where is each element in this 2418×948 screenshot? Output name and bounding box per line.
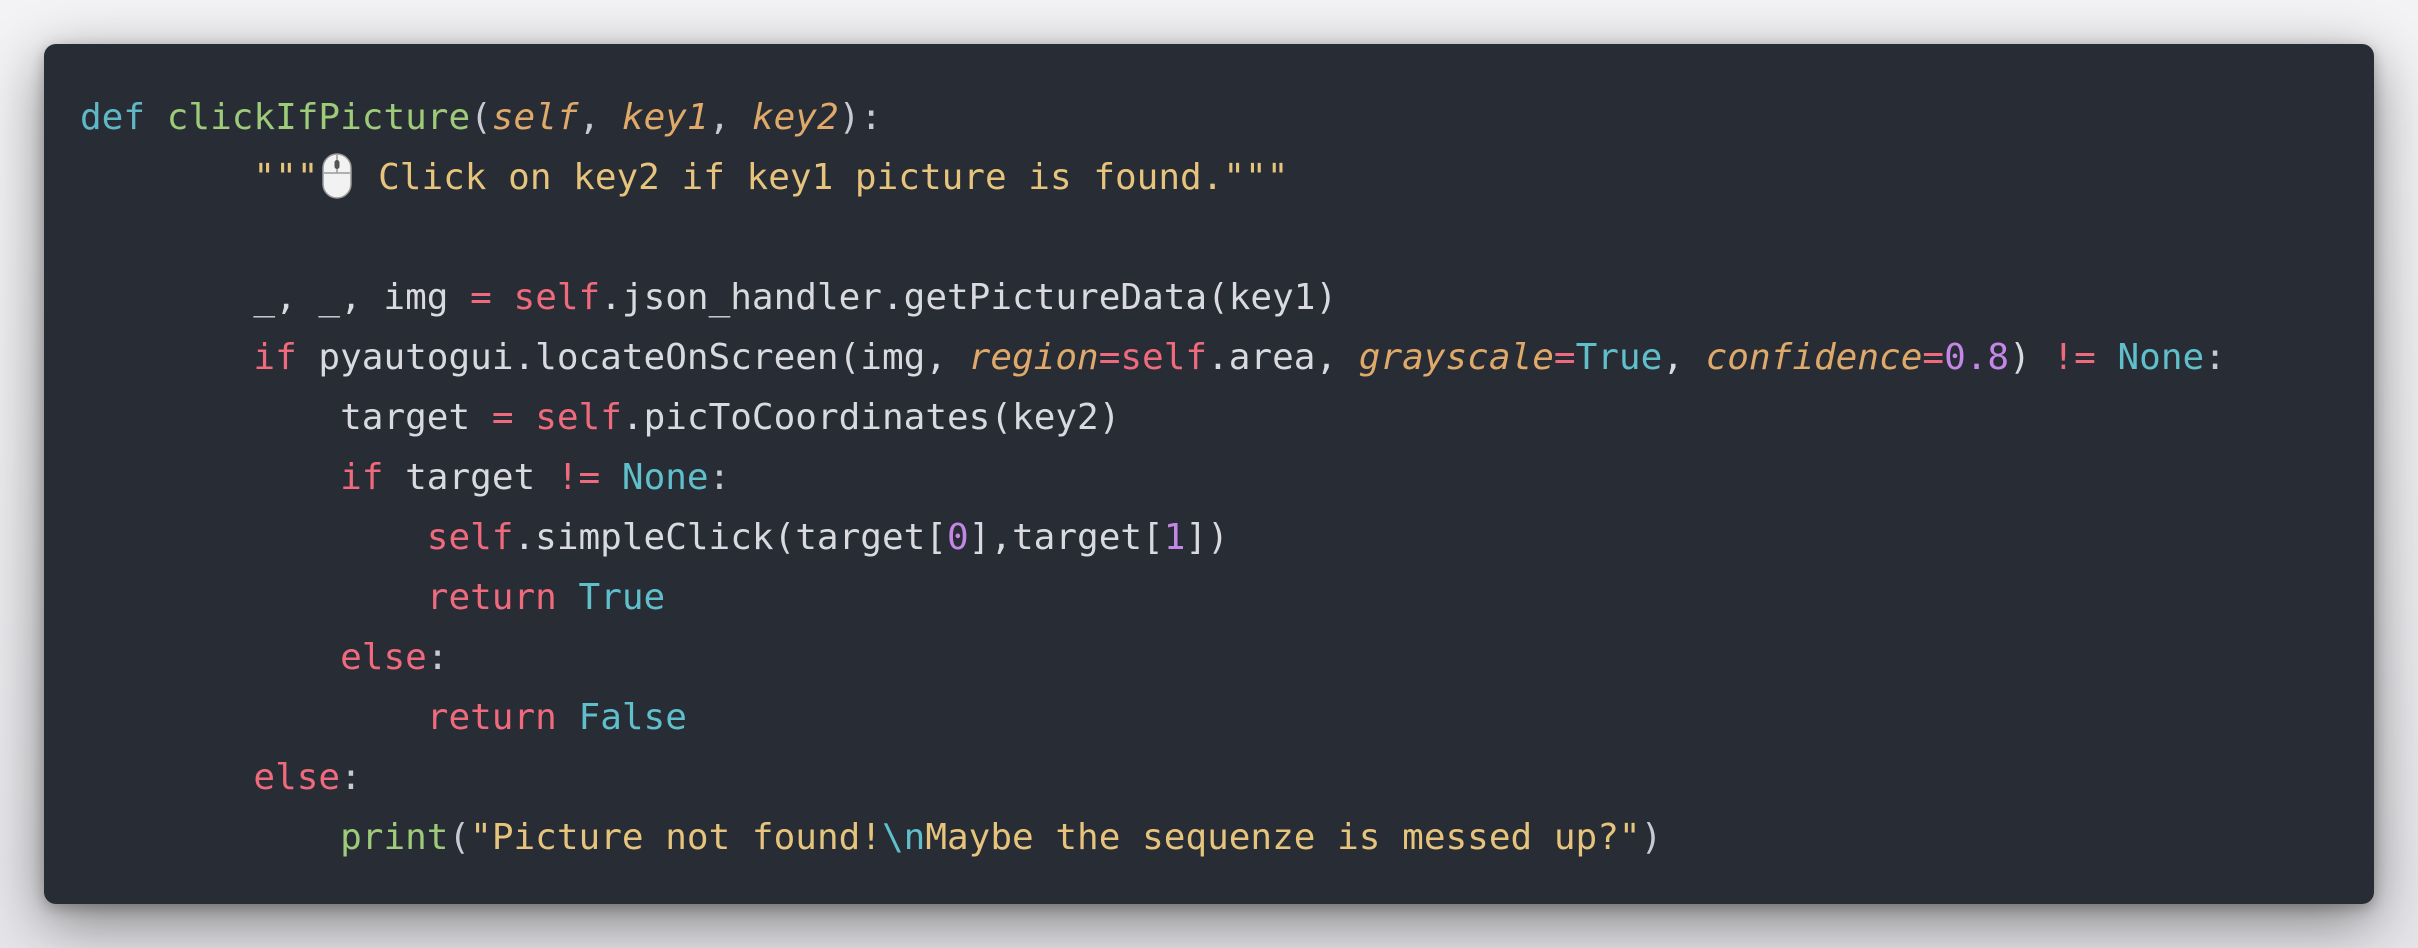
close-paren: ) — [1640, 817, 1663, 858]
true-constant: True — [578, 577, 666, 618]
code-text: ],target[ — [968, 517, 1164, 558]
number-literal: 0 — [946, 517, 969, 558]
code-line-1: def clickIfPicture(self, key1, key2): — [80, 88, 2374, 148]
assign-operator: = — [1098, 337, 1121, 378]
code-text: , — [1662, 337, 1706, 378]
print-function: print — [340, 817, 449, 858]
colon: : — [340, 757, 362, 798]
colon: : — [708, 457, 731, 498]
string-literal: Maybe the sequenze is messed up?" — [925, 817, 1641, 858]
function-name: clickIfPicture — [166, 97, 471, 138]
code-line-7: if target != None: — [80, 448, 2374, 508]
code-text: .json_handler.getPictureData(key1) — [600, 277, 1338, 318]
code-text: ) — [2009, 337, 2053, 378]
assign-operator: = — [1922, 337, 1945, 378]
if-keyword: if — [340, 457, 384, 498]
assign-operator: = — [470, 277, 492, 318]
self-keyword: self — [535, 397, 622, 438]
return-keyword: return — [426, 697, 557, 738]
kwarg-confidence: confidence — [1705, 337, 1923, 378]
code-line-2: """ Click on key2 if key1 picture is fou… — [80, 148, 2374, 208]
code-line-10: else: — [80, 628, 2374, 688]
colon: : — [2204, 337, 2226, 378]
param-key2: key2 — [751, 97, 839, 138]
none-constant: None — [2117, 337, 2205, 378]
not-equal-operator: != — [2052, 337, 2096, 378]
code-line-12: else: — [80, 748, 2374, 808]
assign-operator: = — [1553, 337, 1576, 378]
code-text: target — [383, 457, 557, 498]
escape-sequence: \n — [881, 817, 926, 858]
self-keyword: self — [1120, 337, 1208, 378]
def-keyword: def — [80, 97, 146, 138]
self-keyword: self — [426, 517, 514, 558]
else-keyword: else — [253, 757, 341, 798]
docstring-text: Click on key2 if key1 picture is found."… — [356, 157, 1289, 198]
self-keyword: self — [513, 277, 601, 318]
code-line-5: if pyautogui.locateOnScreen(img, region=… — [80, 328, 2374, 388]
code-line-8: self.simpleClick(target[0],target[1]) — [80, 508, 2374, 568]
kwarg-grayscale: grayscale — [1358, 337, 1554, 378]
none-constant: None — [621, 457, 709, 498]
code-line-9: return True — [80, 568, 2374, 628]
code-text: .area, — [1207, 337, 1359, 378]
code-text: .picToCoordinates(key2) — [621, 397, 1121, 438]
close-paren: ): — [838, 97, 883, 138]
code-text: _, _, img — [253, 277, 471, 318]
code-text: target — [340, 397, 492, 438]
else-keyword: else — [340, 637, 427, 678]
number-literal: 1 — [1163, 517, 1186, 558]
code-text: pyautogui.locateOnScreen(img, — [296, 337, 969, 378]
docstring-quote: """ — [253, 157, 319, 198]
code-block: def clickIfPicture(self, key1, key2): ""… — [44, 44, 2374, 904]
param-self: self — [491, 97, 579, 138]
not-equal-operator: != — [556, 457, 601, 498]
code-line-4: _, _, img = self.json_handler.getPicture… — [80, 268, 2374, 328]
false-constant: False — [578, 697, 687, 738]
code-text: .simpleClick(target[ — [513, 517, 947, 558]
kwarg-region: region — [968, 337, 1099, 378]
code-line-6: target = self.picToCoordinates(key2) — [80, 388, 2374, 448]
code-line-11: return False — [80, 688, 2374, 748]
number-literal: 0.8 — [1944, 337, 2010, 378]
open-paren: ( — [448, 817, 471, 858]
code-line-13: print("Picture not found!\nMaybe the seq… — [80, 808, 2374, 868]
computer-mouse-icon — [322, 153, 353, 199]
if-keyword: if — [253, 337, 297, 378]
string-literal: "Picture not found! — [470, 817, 882, 858]
colon: : — [426, 637, 449, 678]
assign-operator: = — [491, 397, 514, 438]
separator: , — [708, 97, 752, 138]
separator: , — [578, 97, 622, 138]
param-key1: key1 — [621, 97, 709, 138]
true-constant: True — [1575, 337, 1663, 378]
return-keyword: return — [426, 577, 557, 618]
open-paren: ( — [470, 97, 492, 138]
code-text: ]) — [1185, 517, 1229, 558]
